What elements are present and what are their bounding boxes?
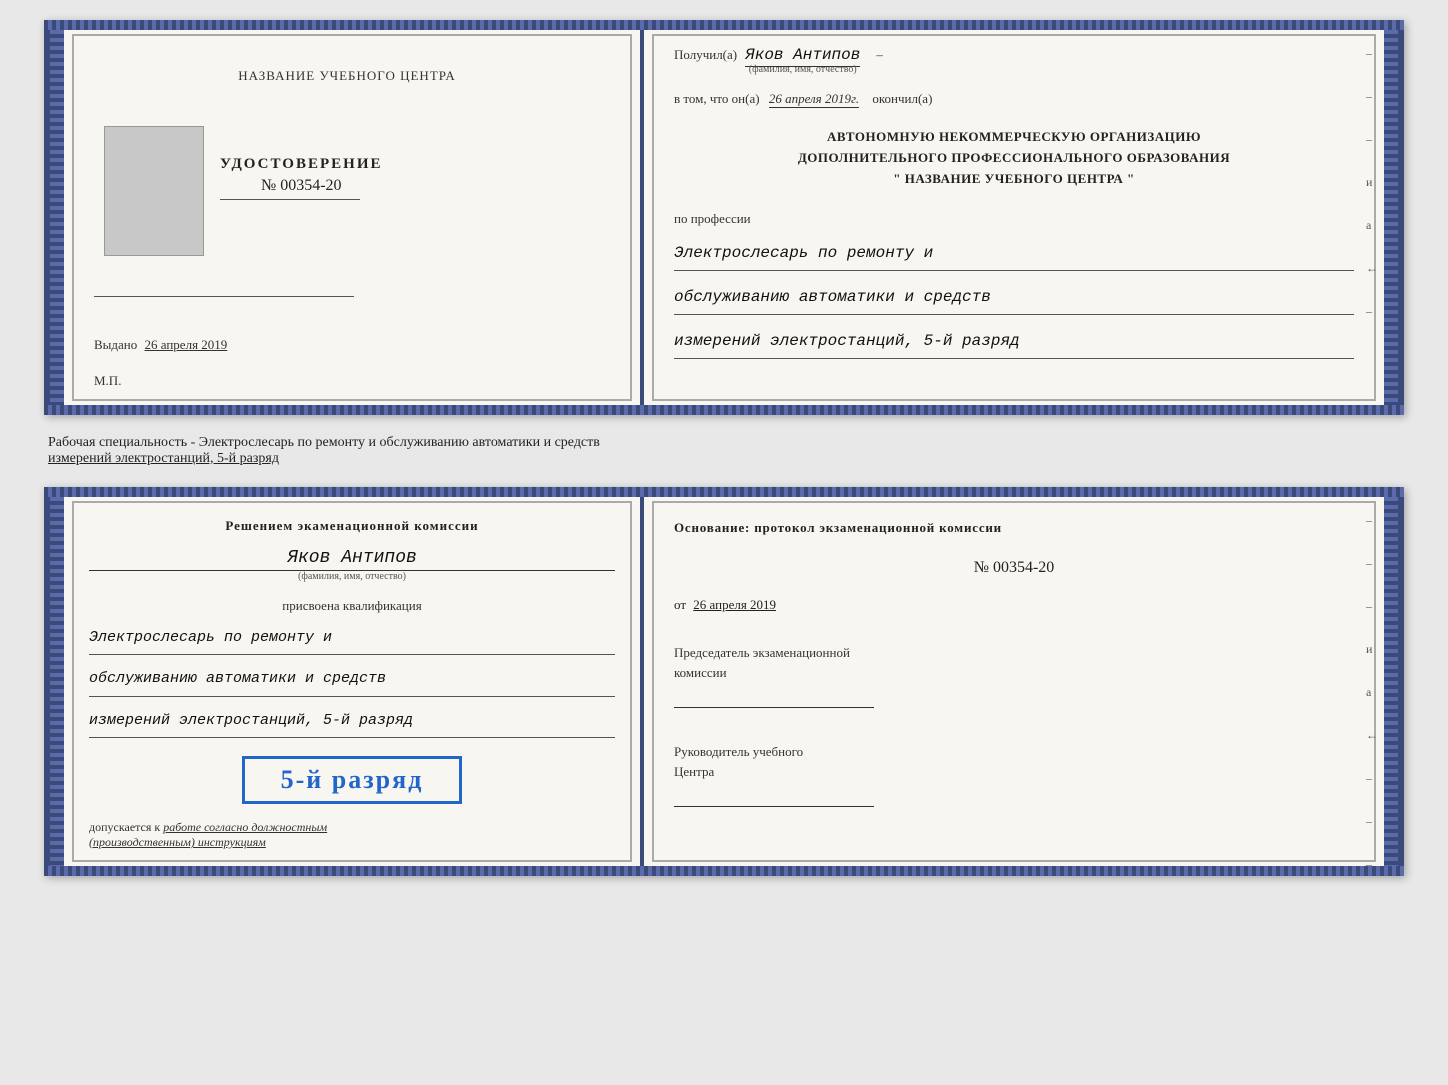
qual-line3: измерений электростанций, 5-й разряд	[89, 707, 615, 739]
profession-line1: Электрослесарь по ремонту и	[674, 239, 1354, 271]
bottom-spine-left	[50, 493, 64, 871]
basis-text: Основание: протокол экзаменационной коми…	[674, 518, 1354, 538]
top-left-page: НАЗВАНИЕ УЧЕБНОГО ЦЕНТРА УДОСТОВЕРЕНИЕ №…	[64, 26, 644, 409]
bottom-left-page: Решением экаменационной комиссии Яков Ан…	[64, 493, 644, 871]
org-line2: ДОПОЛНИТЕЛЬНОГО ПРОФЕССИОНАЛЬНОГО ОБРАЗО…	[674, 148, 1354, 169]
chairman-label1: Председатель экзаменационной	[674, 643, 1354, 663]
top-right-page: Получил(а) Яков Антипов (фамилия, имя, о…	[644, 26, 1384, 409]
chairman-block: Председатель экзаменационной комиссии	[674, 643, 1354, 708]
chairman-label2: комиссии	[674, 663, 1354, 683]
допуск-block: допускается к работе согласно должностны…	[89, 820, 615, 850]
photo-placeholder	[104, 126, 204, 256]
fio-label-bottom: (фамилия, имя, отчество)	[89, 571, 615, 582]
qual-line1: Электрослесарь по ремонту и	[89, 624, 615, 656]
protocol-number: № 00354-20	[674, 559, 1354, 577]
cert-title: УДОСТОВЕРЕНИЕ	[220, 156, 383, 173]
fio-subtitle: (фамилия, имя, отчество)	[745, 64, 860, 75]
org-line3: " НАЗВАНИЕ УЧЕБНОГО ЦЕНТРА "	[674, 169, 1354, 190]
person-name-bottom: Яков Антипов	[89, 548, 615, 571]
issued-label: Выдано	[94, 337, 137, 352]
org-block: АВТОНОМНУЮ НЕКОММЕРЧЕСКУЮ ОРГАНИЗАЦИЮ ДО…	[674, 127, 1354, 189]
profession-line3: измерений электростанций, 5-й разряд	[674, 327, 1354, 359]
certified-date: 26 апреля 2019г.	[769, 91, 859, 108]
dash-mark: –	[876, 47, 883, 63]
spine-right	[1384, 26, 1398, 409]
school-name-top: НАЗВАНИЕ УЧЕБНОГО ЦЕНТРА	[238, 66, 455, 86]
top-document: НАЗВАНИЕ УЧЕБНОГО ЦЕНТРА УДОСТОВЕРЕНИЕ №…	[44, 20, 1404, 415]
spine-left	[50, 26, 64, 409]
bottom-document: Решением экаменационной комиссии Яков Ан…	[44, 487, 1404, 877]
mp-label: М.П.	[84, 373, 121, 389]
completed-label: окончил(а)	[872, 91, 932, 106]
issued-line: Выдано 26 апреля 2019	[94, 337, 610, 353]
profession-label: по профессии	[674, 211, 1354, 227]
certified-label: в том, что он(а)	[674, 91, 760, 106]
profession-line2: обслуживанию автоматики и средств	[674, 283, 1354, 315]
bottom-right-page: Основание: протокол экзаменационной коми…	[644, 493, 1384, 871]
protocol-date-line: от 26 апреля 2019	[674, 597, 1354, 613]
rank-badge: 5-й разряд	[242, 756, 462, 804]
cert-title-block: УДОСТОВЕРЕНИЕ № 00354-20	[220, 156, 383, 200]
org-line1: АВТОНОМНУЮ НЕКОММЕРЧЕСКУЮ ОРГАНИЗАЦИЮ	[674, 127, 1354, 148]
middle-line1: Рабочая специальность - Электрослесарь п…	[48, 435, 1400, 451]
certified-line: в том, что он(а) 26 апреля 2019г. окончи…	[674, 91, 1354, 107]
protocol-date-prefix: от	[674, 597, 686, 612]
director-signature	[674, 789, 874, 807]
side-marks: – – – и а ← –	[1366, 46, 1378, 319]
допуск-label: допускается к	[89, 820, 160, 834]
допуск-text2: (производственным) инструкциям	[89, 835, 266, 849]
middle-text-block: Рабочая специальность - Электрослесарь п…	[44, 433, 1404, 469]
director-label2: Центра	[674, 762, 1354, 782]
director-label1: Руководитель учебного	[674, 742, 1354, 762]
bottom-spine-right	[1384, 493, 1398, 871]
issued-date: 26 апреля 2019	[145, 337, 228, 352]
director-block: Руководитель учебного Центра	[674, 742, 1354, 807]
received-label: Получил(а)	[674, 47, 737, 63]
qual-line2: обслуживанию автоматики и средств	[89, 665, 615, 697]
side-marks-bottom: – – – и а ← – – –	[1366, 513, 1378, 872]
qualification-label: присвоена квалификация	[89, 598, 615, 614]
protocol-date: 26 апреля 2019	[693, 597, 776, 612]
decision-text: Решением экаменационной комиссии	[89, 518, 615, 534]
chairman-signature	[674, 690, 874, 708]
допуск-text: работе согласно должностным	[163, 820, 327, 834]
cert-number: № 00354-20	[220, 177, 383, 195]
middle-line2: измерений электростанций, 5-й разряд	[48, 451, 1400, 467]
recipient-line: Получил(а) Яков Антипов (фамилия, имя, о…	[674, 46, 1354, 75]
